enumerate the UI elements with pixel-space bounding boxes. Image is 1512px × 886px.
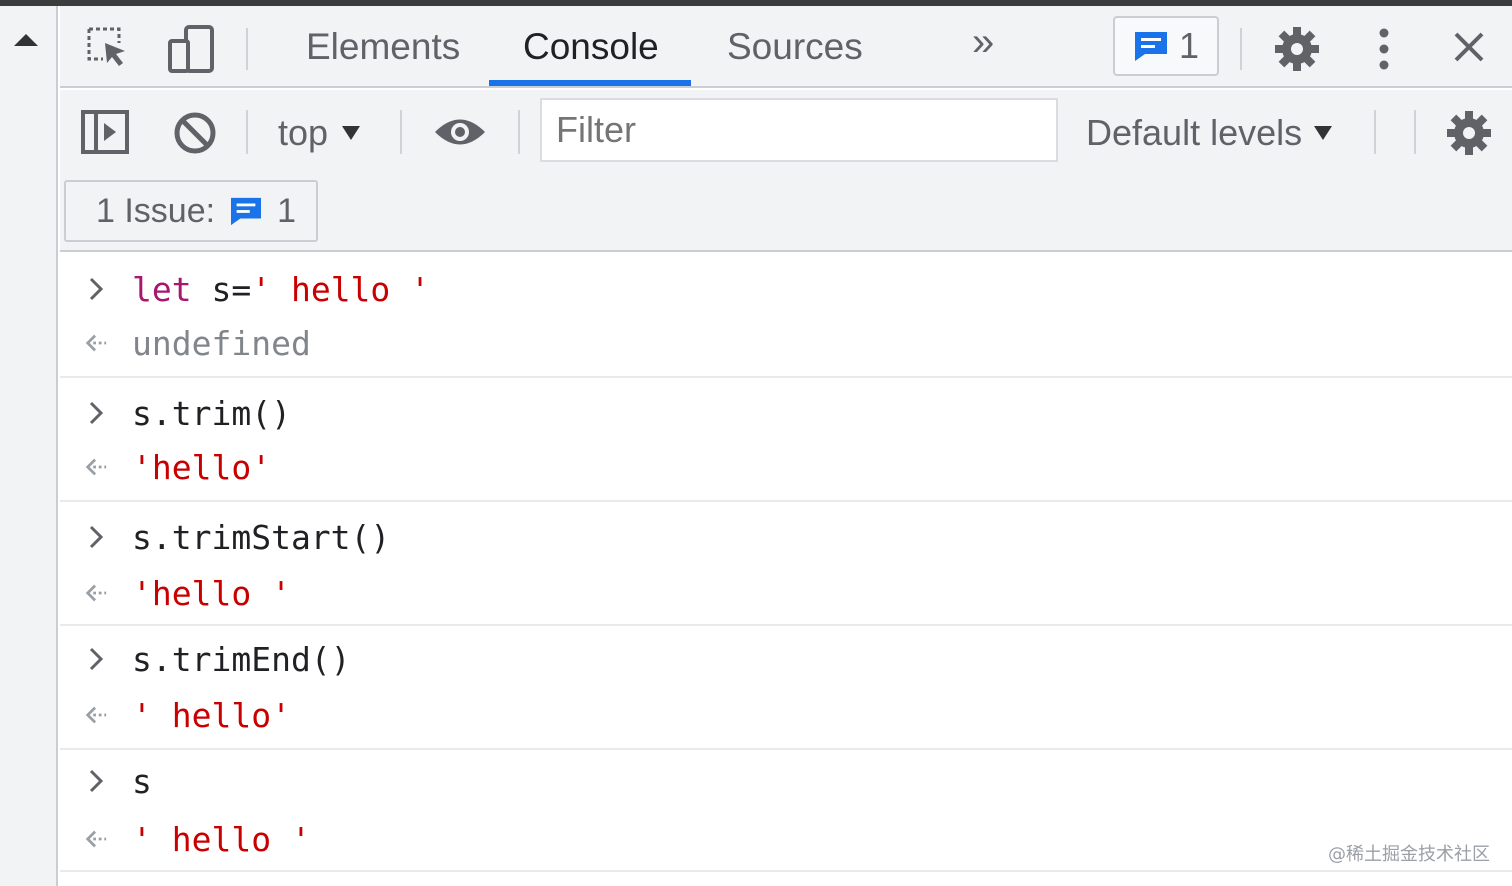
input-prompt-chevron-icon <box>84 510 108 564</box>
toolbar-divider <box>1414 110 1416 154</box>
console-messages: let s=' hello ' undefined s.trim() 'hell… <box>60 254 1512 886</box>
live-expression-eye-icon[interactable] <box>432 110 488 154</box>
input-prompt-chevron-icon <box>84 754 108 808</box>
input-prompt-chevron-icon <box>84 386 108 440</box>
console-input-code[interactable]: s.trim() <box>132 394 291 433</box>
log-levels-label: Default levels <box>1086 112 1303 153</box>
watermark: @稀土掘金技术社区 <box>1328 844 1490 865</box>
result-arrow-icon <box>84 566 108 620</box>
tab-sources[interactable]: Sources <box>727 6 863 88</box>
log-levels-dropdown[interactable]: Default levels <box>1086 112 1333 154</box>
result-arrow-icon <box>84 316 108 370</box>
console-entry: s.trimStart() 'hello ' <box>60 502 1512 626</box>
code-string: ' hello ' <box>251 269 431 309</box>
chevron-down-icon <box>1314 126 1333 140</box>
settings-gear-icon[interactable] <box>1272 24 1322 74</box>
toolbar-divider <box>246 110 248 154</box>
device-toolbar-icon[interactable] <box>164 22 218 76</box>
code-plain: s= <box>191 269 252 309</box>
console-entry: s.trimEnd() ' hello' <box>60 626 1512 750</box>
tab-console[interactable]: Console <box>523 6 659 88</box>
clear-console-icon[interactable] <box>170 108 220 158</box>
console-output-value[interactable]: ' hello' <box>132 696 291 735</box>
toolbar-divider <box>1240 28 1242 70</box>
more-tabs-button[interactable]: » <box>972 20 994 65</box>
toolbar-divider <box>518 110 520 154</box>
console-input-code[interactable]: s <box>132 762 152 801</box>
close-icon[interactable] <box>1446 24 1492 70</box>
toolbar-divider <box>1374 110 1376 154</box>
console-entry: let s=' hello ' undefined <box>60 254 1512 378</box>
tab-elements[interactable]: Elements <box>306 6 460 88</box>
message-icon <box>231 197 262 226</box>
input-prompt-chevron-icon <box>84 632 108 686</box>
console-input-code[interactable]: s.trimStart() <box>132 518 390 557</box>
console-output-value[interactable]: undefined <box>132 324 311 363</box>
more-options-icon[interactable] <box>1364 24 1404 74</box>
input-prompt-chevron-icon <box>84 262 108 316</box>
context-selector-label: top <box>278 112 329 153</box>
console-entry: s ' hello ' <box>60 750 1512 872</box>
issues-badge-count: 1 <box>1178 25 1200 66</box>
issues-badge-button[interactable]: 1 <box>1113 16 1219 76</box>
console-input-code[interactable]: s.trimEnd() <box>132 640 351 679</box>
message-icon <box>1134 32 1167 61</box>
result-arrow-icon <box>84 440 108 494</box>
result-arrow-icon <box>84 688 108 742</box>
inspect-element-icon[interactable] <box>84 24 132 72</box>
console-output-value[interactable]: ' hello ' <box>132 820 311 859</box>
collapse-up-icon[interactable] <box>14 34 38 46</box>
context-selector[interactable]: top <box>278 112 361 154</box>
chevron-down-icon <box>342 126 361 140</box>
issues-count-label: 1 Issue: <box>96 191 216 230</box>
console-settings-gear-icon[interactable] <box>1444 108 1494 158</box>
left-gutter <box>0 6 58 886</box>
result-arrow-icon <box>84 812 108 866</box>
show-sidebar-icon[interactable] <box>78 106 132 158</box>
code-keyword: let <box>132 269 192 309</box>
issues-count-button[interactable]: 1 Issue: 1 <box>64 180 318 242</box>
issues-count-value: 1 <box>277 191 296 230</box>
console-input-code[interactable]: let s=' hello ' <box>132 270 430 309</box>
filter-input[interactable] <box>540 98 1058 162</box>
active-tab-indicator <box>489 80 691 86</box>
console-output-value[interactable]: 'hello' <box>132 448 271 487</box>
devtools-tabbar: Elements Console Sources » <box>60 6 1512 88</box>
console-output-value[interactable]: 'hello ' <box>132 574 291 613</box>
toolbar-divider <box>246 28 248 70</box>
toolbar-divider <box>400 110 402 154</box>
console-entry: s.trim() 'hello' <box>60 378 1512 502</box>
